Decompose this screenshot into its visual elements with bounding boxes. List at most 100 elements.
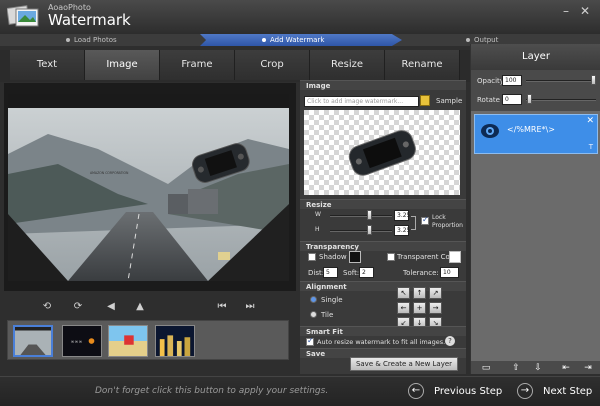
transparency-section-header: Transparency [300,241,466,251]
thumbnail-city[interactable] [155,325,195,357]
resize-width-knob[interactable] [367,210,372,220]
align-top-left-icon[interactable]: ↖ [397,287,410,299]
tab-resize[interactable]: Resize [310,50,385,80]
dist-label: Dist: [308,269,325,277]
single-radio[interactable] [310,296,317,303]
rotate-input[interactable]: 0 [502,94,522,105]
tile-radio[interactable] [310,311,317,318]
next-step-label: Next Step [543,386,593,397]
close-icon[interactable]: ✕ [578,4,592,18]
apply-hint-text: Don't forget click this button to apply … [95,386,329,396]
rotate-left-icon[interactable]: ⟲ [39,299,55,315]
previous-image-icon[interactable]: ⏮ [214,299,230,315]
single-label: Single [321,296,343,304]
resize-width-input[interactable]: 3.25 [394,210,410,221]
watermark-caption: AMAZON CORPORATION [90,171,129,175]
step-dot-icon [466,38,470,42]
watermark-settings-panel: Image Click to add image watermark... Sa… [300,80,466,374]
lock-proportion-checkbox[interactable] [421,215,429,225]
next-image-icon[interactable]: ⏭ [242,299,258,315]
soft-label: Soft: [343,269,360,277]
step-label: Load Photos [74,36,117,44]
image-path-input[interactable]: Click to add image watermark... [304,96,419,107]
step-dot-icon [262,38,266,42]
tab-frame[interactable]: Frame [160,50,235,80]
open-folder-icon[interactable] [420,95,430,106]
brand-title: Watermark [48,11,131,29]
move-layer-down-icon[interactable]: ⇩ [531,362,545,374]
resize-height-input[interactable]: 3.25 [394,225,410,236]
next-arrow-icon: → [517,383,533,399]
align-top-icon[interactable]: ↑ [413,287,426,299]
step-label: Output [474,36,499,44]
flip-horizontal-icon[interactable]: ◀ [103,299,119,315]
resize-section-header: Resize [300,199,466,209]
thumbnail-road[interactable] [13,325,53,357]
rotate-slider[interactable] [526,99,596,101]
shadow-checkbox[interactable] [308,253,316,261]
transparent-color-swatch[interactable] [449,251,461,263]
transparent-color-checkbox[interactable] [387,253,395,261]
svg-text:∞∞∞: ∞∞∞ [71,340,83,345]
preview-photo[interactable]: AMAZON CORPORATION [8,94,289,281]
opacity-knob[interactable] [591,75,596,85]
image-section-header: Image [300,80,466,90]
tile-label: Tile [321,311,334,319]
minimize-icon[interactable]: – [559,4,573,18]
soft-input[interactable]: 2 [359,267,374,278]
shadow-color-swatch[interactable] [349,251,361,263]
align-right-icon[interactable]: → [429,302,442,314]
tab-image[interactable]: Image [85,50,160,80]
resize-height-label: H [315,226,320,233]
step-load-photos[interactable]: Load Photos [66,34,117,46]
next-step-button[interactable]: → Next Step [517,379,592,405]
resize-height-slider[interactable] [330,230,392,232]
opacity-input[interactable]: 100 [502,75,522,86]
step-add-watermark[interactable]: Add Watermark [262,34,324,46]
export-layer-icon[interactable]: ⇥ [581,362,595,374]
app-window: AoaoPhoto Watermark – ✕ Load Photos Add … [0,0,600,406]
align-top-right-icon[interactable]: ↗ [429,287,442,299]
layer-item[interactable]: </%MRE*\> ✕ T [474,114,598,154]
rotate-knob[interactable] [527,94,532,104]
help-icon[interactable]: ? [445,336,455,346]
previous-step-label: Previous Step [434,386,503,397]
step-label: Add Watermark [270,36,325,44]
align-left-icon[interactable]: ← [397,302,410,314]
smartfit-checkbox[interactable] [306,336,314,346]
tab-text[interactable]: Text [10,50,85,80]
import-layer-icon[interactable]: ⇤ [559,362,573,374]
thumbnail-beach[interactable] [108,325,148,357]
new-layer-icon[interactable]: ▭ [479,362,493,374]
tolerance-input[interactable]: 10 [440,267,459,278]
delete-layer-icon[interactable]: ✕ [586,116,594,126]
rotate-right-icon[interactable]: ⟳ [70,299,86,315]
image-watermark-preview [304,110,460,195]
tab-crop[interactable]: Crop [235,50,310,80]
sample-button[interactable]: Sample [436,97,462,105]
dist-input[interactable]: 5 [323,267,338,278]
preview-controls: ⟲ ⟳ ◀ ▲ ⏮ ⏭ [0,294,298,320]
flip-vertical-icon[interactable]: ▲ [132,299,148,315]
move-layer-up-icon[interactable]: ⇧ [509,362,523,374]
layer-list: </%MRE*\> ✕ T [471,111,600,361]
opacity-slider[interactable] [526,80,596,82]
tab-rename[interactable]: Rename [385,50,460,80]
thumbnail-logo[interactable]: ∞∞∞ [62,325,102,357]
bottom-bar: Don't forget click this button to apply … [0,376,600,406]
align-center-icon[interactable]: + [413,302,426,314]
app-logo-icon [7,5,39,27]
resize-width-slider[interactable] [330,215,392,217]
previous-step-button[interactable]: ← Previous Step [408,379,502,405]
visibility-eye-icon[interactable] [480,123,500,139]
link-icon [411,216,416,230]
resize-height-knob[interactable] [367,225,372,235]
resize-width-label: W [315,211,321,218]
save-create-layer-button[interactable]: Save & Create a New Layer [350,357,458,371]
preview-area: AMAZON CORPORATION [4,83,296,291]
layer-item-text: </%MRE*\> [507,125,555,134]
step-dot-icon [66,38,70,42]
smartfit-label: Auto resize watermark to fit all images. [317,338,446,346]
thumbnail-strip: ∞∞∞ [7,320,289,360]
text-layer-icon: T [588,143,593,151]
